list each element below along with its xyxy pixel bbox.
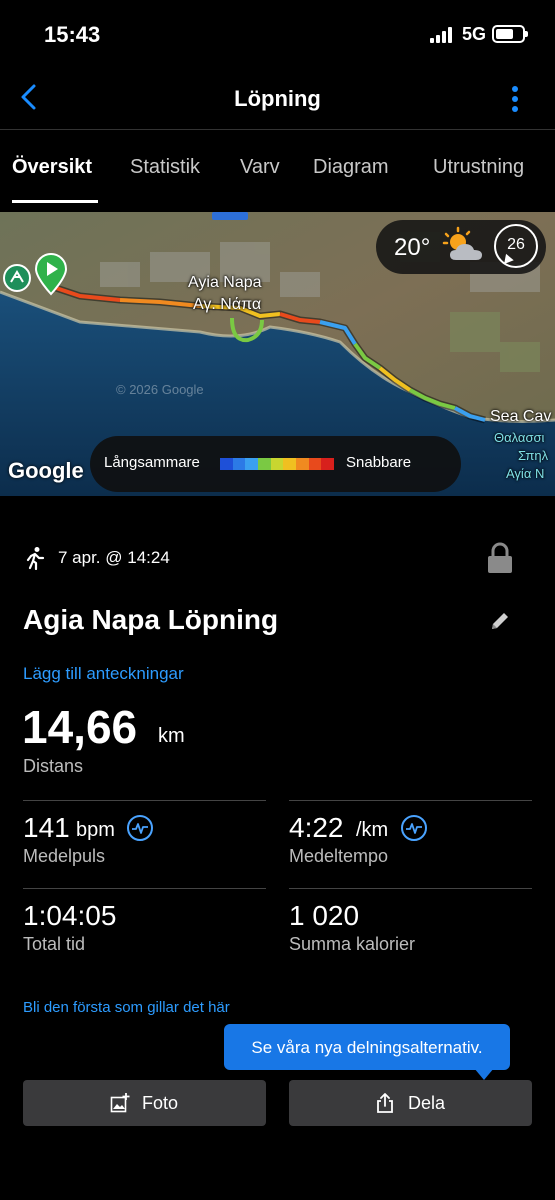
map-label-sea-caves-greek-2: Σπηλ — [518, 448, 549, 463]
tab-oversikt[interactable]: Översikt — [12, 156, 92, 179]
more-options-button[interactable] — [505, 84, 525, 114]
divider — [23, 888, 266, 889]
share-options-tooltip[interactable]: Se våra nya delningsalternativ. — [224, 1024, 510, 1080]
pulse-wave-icon — [132, 823, 148, 834]
map-label-sea-caves-greek-1: Θαλασσι — [494, 430, 545, 445]
heart-rate-chart-icon[interactable] — [127, 815, 153, 841]
status-time: 15:43 — [44, 22, 101, 47]
divider — [289, 800, 532, 801]
tab-varv[interactable]: Varv — [240, 156, 280, 179]
start-marker-icon — [34, 253, 68, 296]
photo-button-label: Foto — [142, 1093, 179, 1113]
distance-label: Distans — [23, 756, 84, 776]
legend-color-segment — [232, 458, 246, 470]
map-label-sea-caves: Sea Cav — [490, 408, 552, 425]
tooltip-arrow — [474, 1068, 494, 1080]
avg-heart-rate-unit: bpm — [76, 819, 115, 841]
legend-color-segment — [220, 458, 233, 470]
activity-title: Agia Napa Löpning — [23, 604, 279, 635]
legend-color-scale — [220, 458, 335, 470]
legend-color-segment — [308, 458, 322, 470]
divider — [23, 800, 266, 801]
share-icon — [377, 1093, 393, 1113]
signal-icon — [430, 27, 456, 43]
legend-color-segment — [270, 458, 284, 470]
status-bar: 15:43 5G — [0, 0, 555, 70]
share-button[interactable]: Dela — [289, 1080, 532, 1126]
tab-statistik[interactable]: Statistik — [130, 156, 200, 179]
battery-icon — [492, 25, 528, 43]
tab-utrustning[interactable]: Utrustning — [433, 156, 524, 179]
divider — [289, 888, 532, 889]
add-notes-link[interactable]: Lägg till anteckningar — [23, 664, 184, 684]
legend-faster-label: Snabbare — [346, 454, 412, 471]
tooltip-text: Se våra nya delningsalternativ. — [251, 1038, 483, 1057]
weather-temperature: 20° — [394, 234, 431, 261]
map-label-ayia-napa-greek: Αγ. Νάπα — [193, 296, 262, 313]
legend-color-segment — [321, 458, 335, 470]
tab-bar: Översikt Statistik Varv Diagram Utrustni… — [0, 132, 555, 212]
map-label-sea-caves-greek-3: Αγία Ν — [506, 466, 545, 481]
legend-slower-label: Långsammare — [104, 454, 200, 471]
running-icon — [26, 547, 45, 570]
lock-icon[interactable] — [486, 542, 514, 574]
wind-direction-icon — [500, 253, 514, 268]
calories-label: Summa kalorier — [289, 934, 416, 954]
avg-pace-label: Medeltempo — [289, 846, 389, 866]
share-button-label: Dela — [408, 1093, 446, 1113]
pencil-icon[interactable] — [488, 609, 512, 633]
legend-color-segment — [296, 458, 309, 470]
avg-heart-rate-value: 141 — [23, 812, 70, 843]
avg-pace-value: 4:22 — [289, 812, 344, 843]
photo-button[interactable]: Foto — [23, 1080, 266, 1126]
page-title: Löpning — [234, 86, 321, 111]
distance-unit: km — [158, 725, 185, 747]
active-tab-indicator — [12, 200, 98, 203]
google-logo: Google — [8, 458, 84, 483]
like-link[interactable]: Bli den första som gillar det här — [23, 999, 230, 1016]
map-label-ayia-napa: Ayia Napa — [188, 274, 262, 291]
add-photo-icon — [110, 1093, 130, 1113]
calories-value: 1 020 — [289, 900, 360, 931]
finish-marker-icon — [3, 264, 31, 292]
map-watermark: © 2026 Google — [116, 382, 204, 397]
activity-date: 7 apr. @ 14:24 — [58, 548, 170, 567]
tab-diagram[interactable]: Diagram — [313, 156, 389, 179]
total-time-value: 1:04:05 — [23, 900, 117, 931]
network-type: 5G — [462, 24, 487, 44]
avg-heart-rate-label: Medelpuls — [23, 846, 106, 866]
avg-pace-unit: /km — [356, 819, 389, 841]
wind-speed: 26 — [507, 236, 525, 253]
legend-color-segment — [245, 458, 259, 470]
legend-color-segment — [258, 458, 271, 470]
pace-chart-icon[interactable] — [401, 815, 427, 841]
pulse-wave-icon — [406, 823, 422, 834]
wind-indicator: 26 — [494, 224, 538, 268]
total-time-label: Total tid — [23, 934, 86, 954]
legend-color-segment — [283, 458, 297, 470]
partly-cloudy-icon — [442, 226, 482, 260]
nav-bar: Löpning — [0, 70, 555, 130]
distance-value: 14,66 — [22, 701, 138, 753]
pace-legend: Långsammare Snabbare — [90, 436, 461, 492]
weather-badge[interactable]: 20° 26 — [376, 220, 546, 274]
